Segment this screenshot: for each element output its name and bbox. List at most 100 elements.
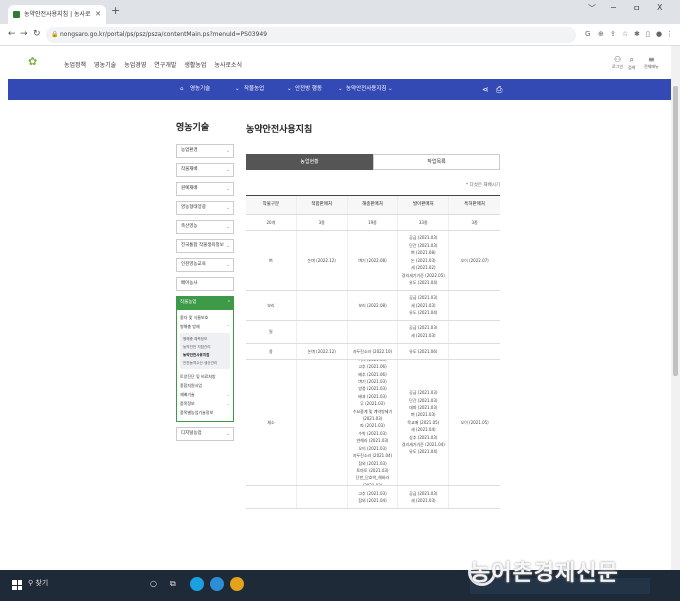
- table-cell: 유도 (2021.06): [398, 343, 450, 359]
- close-window-button[interactable]: X: [657, 3, 662, 12]
- gnb-item[interactable]: 영농기술: [94, 60, 116, 69]
- home-icon[interactable]: ⌂: [180, 79, 184, 100]
- new-tab-button[interactable]: +: [111, 4, 120, 17]
- page-scrollbar[interactable]: [671, 46, 680, 570]
- sidebar-item[interactable]: 디지털농업 ⌄: [176, 427, 234, 441]
- chrome-icon[interactable]: [230, 577, 244, 591]
- chevron-down-icon[interactable]: ⌄: [287, 79, 292, 100]
- submenu-level3-item[interactable]: 병해충 예측정보: [183, 335, 227, 343]
- table-cell-line: 경리세기기준 (2021.04): [401, 441, 445, 447]
- cortana-icon[interactable]: ○: [150, 577, 164, 591]
- breadcrumb-item[interactable]: 영농기술: [190, 79, 210, 100]
- person-icon: ⚇: [613, 55, 622, 64]
- sidebar-item[interactable]: 영농형태양광 ⌄: [176, 201, 234, 215]
- table-header-cell: 적합판매처: [297, 196, 348, 214]
- table-cell-line: 고추 (2021.03): [358, 490, 387, 496]
- submenu-label: 종자 및 식물보호: [180, 315, 209, 320]
- search-label: 검색: [628, 65, 636, 70]
- gnb-item[interactable]: 농업경영: [124, 60, 146, 69]
- close-tab-icon[interactable]: ✕: [95, 5, 101, 24]
- chevron-down-icon[interactable]: ⌄: [388, 79, 393, 100]
- breadcrumb-item[interactable]: 농약안전사용지침: [346, 79, 386, 100]
- print-icon[interactable]: ⎙: [496, 79, 502, 100]
- submenu-level3-item-current[interactable]: 농약안전사용지침: [183, 351, 227, 359]
- gnb-item[interactable]: 농업정책: [64, 60, 86, 69]
- extensions-icon[interactable]: ✱: [634, 30, 640, 38]
- table-cell-line: 보리 (2022.08): [358, 302, 387, 308]
- forward-icon[interactable]: →: [20, 29, 28, 39]
- profile-icon[interactable]: ●: [656, 30, 662, 38]
- tab-inactive[interactable]: 작업목록: [373, 154, 500, 170]
- submenu-level3-item[interactable]: 안전농약수산 생산관리: [183, 359, 227, 367]
- tab-active[interactable]: 농업현황: [246, 154, 373, 170]
- search-button[interactable]: ⌕ 검색: [628, 55, 635, 71]
- table-row: 고추 (2021.03) 참외 (2021.04) 공급 (2021.03) 세 (2…: [246, 486, 500, 509]
- task-view-icon[interactable]: ⧉: [170, 577, 184, 591]
- submenu-item[interactable]: 병해충 방제 ⌃: [180, 322, 230, 331]
- sidepanel-icon[interactable]: ▯: [646, 30, 650, 38]
- share-icon[interactable]: ⋖: [482, 79, 489, 100]
- taskbar-apps: ○ ⧉: [150, 577, 244, 591]
- submenu-level3-item[interactable]: 농약안전 지침관리: [183, 343, 227, 351]
- breadcrumb-item[interactable]: 작물농업: [244, 79, 264, 100]
- gnb-item[interactable]: 생활농업: [184, 60, 206, 69]
- submenu-item[interactable]: 품목정보 ⌄: [180, 399, 230, 408]
- breadcrumb-item[interactable]: 안전방 행동: [295, 79, 322, 100]
- edge-icon[interactable]: [190, 577, 204, 591]
- global-nav: 농업정책 영농기술 농업경영 연구개발 생활농업 농사로소식: [64, 60, 242, 69]
- lock-icon[interactable]: 🔒: [51, 27, 58, 43]
- sidebar-submenu: 종자 및 식물보호 병해충 방제 ⌃ 병해충 예측정보 농약안전 지침관리 농약안…: [176, 310, 234, 422]
- sidebar-item-active[interactable]: 작물농업 ⌃: [176, 296, 234, 310]
- submenu-item[interactable]: 종자 및 식물보호: [180, 313, 230, 322]
- table-cell: [297, 290, 348, 320]
- table-body: 20개 3종 19종 33종 3종 벼 논벼 (2022.12) 벼기 (2022.08) 공급…: [246, 215, 500, 509]
- sidebar-item[interactable]: 전국통합 작물생육정보 ⌄: [176, 239, 234, 253]
- sidebar-item[interactable]: 원예재배 ⌄: [176, 182, 234, 196]
- login-button[interactable]: ⚇ 로그인: [612, 55, 623, 70]
- browser-tab[interactable]: 농약안전사용지침 | 농사로 ✕: [8, 5, 106, 24]
- table-cell: 벼: [246, 231, 297, 290]
- google-icon[interactable]: G: [585, 30, 590, 38]
- maximize-button[interactable]: ㅁ: [633, 3, 640, 14]
- tab-search-icon[interactable]: ﹀: [588, 3, 596, 14]
- table-cell-line: 논 (2021.03): [410, 257, 436, 263]
- submenu-item[interactable]: 토양진단 및 비료처방: [180, 372, 230, 381]
- more-menu-icon[interactable]: ⋮: [666, 30, 673, 38]
- sidebar-item[interactable]: 작물재배 ⌄: [176, 163, 234, 177]
- windows-start-icon[interactable]: [12, 580, 22, 590]
- submenu-item[interactable]: 품목별농업기술정보: [180, 408, 230, 417]
- submenu-item[interactable]: 종합지원사업: [180, 381, 230, 390]
- gnb-item[interactable]: 농사로소식: [214, 60, 242, 69]
- zoom-icon[interactable]: ⊕: [598, 30, 604, 38]
- chevron-down-icon[interactable]: ⌄: [235, 79, 240, 100]
- submenu-level3: 병해충 예측정보 농약안전 지침관리 농약안전사용지침 안전농약수산 생산관리: [180, 333, 230, 369]
- sidebar-item-label: 축산영농: [181, 224, 198, 229]
- store-icon[interactable]: [210, 577, 224, 591]
- table-cell: 가지 (2021.03)고추 (2021.06)배추 (2021.06)벼기 (…: [348, 359, 399, 486]
- table-cell-line: 콩: [269, 348, 273, 354]
- browser-tab-title: 농약안전사용지침 | 농사로: [24, 11, 91, 18]
- all-menu-button[interactable]: ≡ 전체메뉴: [644, 55, 659, 70]
- table-cell-line: 논벼 (2022.12): [307, 257, 336, 263]
- chevron-down-icon[interactable]: ⌄: [338, 79, 343, 100]
- back-icon[interactable]: ←: [8, 29, 16, 39]
- sidebar-item[interactable]: 배어농사: [176, 277, 234, 291]
- sidebar-item[interactable]: 인천영농교육 ⌄: [176, 258, 234, 272]
- submenu-label: 종합지원사업: [180, 383, 203, 388]
- sidebar-item[interactable]: 축산영농 ⌄: [176, 220, 234, 234]
- chevron-down-icon: ⌄: [225, 205, 230, 211]
- reload-icon[interactable]: ↻: [33, 29, 41, 39]
- scrollbar-thumb[interactable]: [673, 86, 678, 376]
- bookmark-star-icon[interactable]: ☆: [622, 30, 628, 38]
- table-cell-line: 세 (2021.03): [410, 498, 436, 504]
- table-cell-line: 자두진소라 (2021.04): [352, 453, 393, 459]
- submenu-item[interactable]: 재배기술 ⌄: [180, 390, 230, 399]
- url-field[interactable]: 🔒 nongsaro.go.kr/portal/ps/psz/psza/cont…: [46, 27, 576, 43]
- site-logo[interactable]: ✿: [28, 55, 37, 68]
- taskbar-search[interactable]: ⚲ 찾기: [28, 578, 48, 588]
- gnb-item[interactable]: 연구개발: [154, 60, 176, 69]
- minimize-button[interactable]: −: [610, 3, 617, 12]
- table-cell-line: 토마토 (2021.03): [356, 467, 389, 473]
- sidebar-item[interactable]: 농업환경 ⌄: [176, 144, 234, 158]
- share-icon[interactable]: ⇪: [610, 30, 616, 38]
